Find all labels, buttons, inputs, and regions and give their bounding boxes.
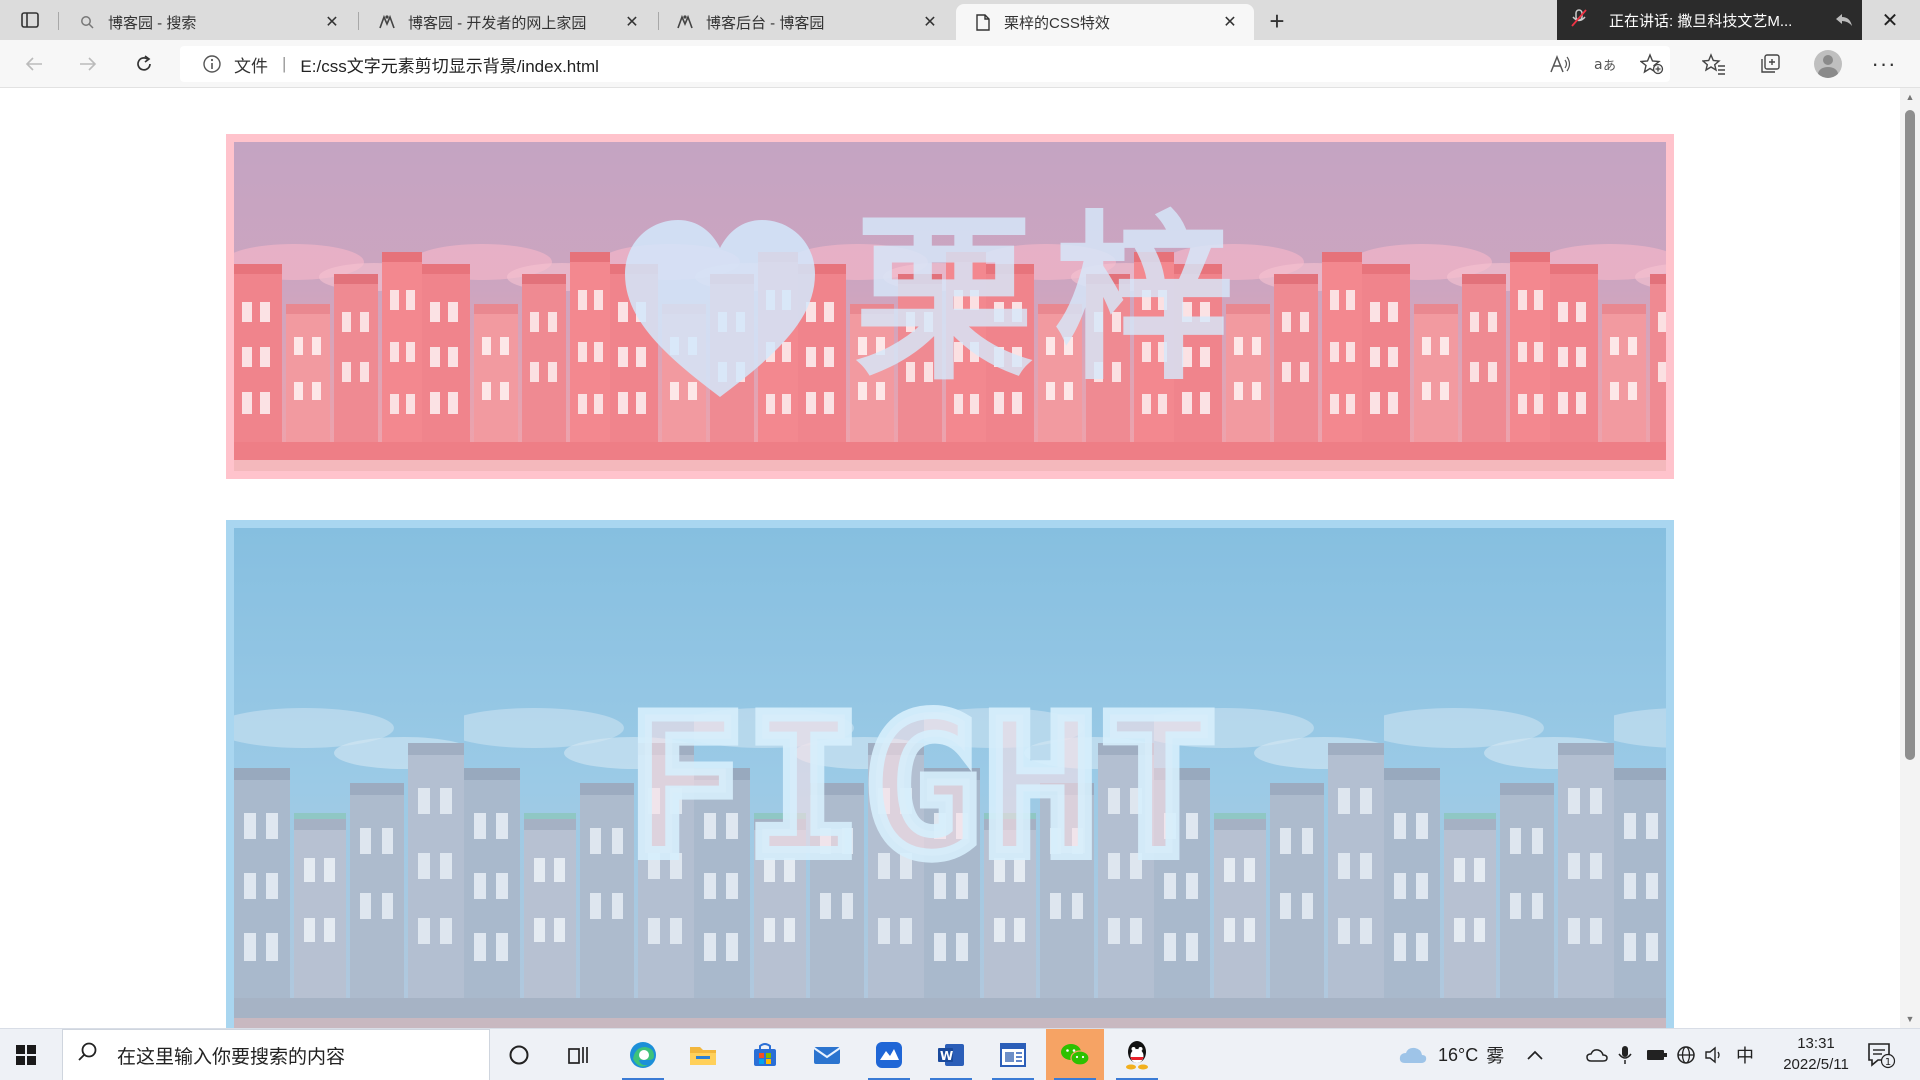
tab-actions-icon[interactable] [16,8,44,32]
scroll-down-arrow-icon[interactable]: ▼ [1900,1010,1920,1028]
banner-pink-inner: 栗梓 [234,142,1666,471]
tab-blog-admin[interactable]: 博客后台 - 博客园 ✕ [658,4,954,40]
file-explorer-icon[interactable] [674,1029,732,1080]
media-indicator[interactable]: 正在讲话: 撒旦科技文艺M... [1557,0,1862,40]
address-divider: | [282,54,287,73]
search-icon [77,1041,103,1069]
add-favorite-icon[interactable] [1638,50,1666,78]
battery-icon[interactable] [1646,1029,1668,1080]
tab-close-icon[interactable]: ✕ [920,12,940,32]
weather-condition: 雾 [1486,1046,1505,1066]
tab-separator [358,12,359,30]
svg-text:W: W [940,1049,953,1063]
banner-pink: 栗梓 [226,134,1674,479]
url-text[interactable]: E:/css文字元素剪切显示背景/index.html [300,52,599,77]
banner-pink-title: 栗梓 [853,194,1254,405]
wechat-icon[interactable] [1046,1029,1104,1080]
cnblogs-icon [378,13,396,31]
network-globe-icon[interactable] [1676,1029,1696,1080]
info-icon[interactable] [202,54,222,74]
clock-time: 13:31 [1797,1035,1835,1052]
clock-date: 2022/5/11 [1783,1056,1849,1073]
feishu-app-icon[interactable] [860,1029,918,1080]
taskbar-search-placeholder: 在这里输入你要搜索的内容 [117,1046,346,1068]
heart-icon [625,220,815,397]
weather-temp: 16°C [1438,1044,1479,1065]
back-button[interactable] [18,48,50,80]
scroll-thumb[interactable] [1905,110,1915,760]
reply-icon[interactable] [1826,13,1862,27]
address-bar[interactable]: 文件 | E:/css文字元素剪切显示背景/index.html [180,46,1670,82]
qq-icon[interactable] [1108,1029,1166,1080]
favorites-icon[interactable] [1700,50,1728,78]
system-clock[interactable]: 13:31 2022/5/11 [1772,1033,1860,1075]
weather-widget[interactable]: 16°C 雾 [1398,1029,1504,1080]
tab-separator [58,12,59,30]
taskbar-search-box[interactable]: 在这里输入你要搜索的内容 [62,1029,490,1080]
tab-strip: 博客园 - 搜索 ✕ 博客园 - 开发者的网上家园 ✕ 博客后台 - 博客园 ✕… [0,0,1920,40]
cloud-icon [1398,1045,1428,1065]
banner-pink-title-wrap: 栗梓 [844,190,1264,410]
cortana-icon[interactable] [490,1029,548,1080]
page-viewport: 栗梓 FIGHT [0,88,1900,1028]
tab-css-effects[interactable]: 栗梓的CSS特效 ✕ [956,4,1254,40]
tab-label: 博客后台 - 博客园 [706,14,825,32]
task-view-icon[interactable] [550,1029,608,1080]
notification-center-icon[interactable]: 1 [1866,1041,1896,1069]
input-method-indicator[interactable]: 中 [1736,1029,1754,1080]
profile-avatar[interactable] [1814,50,1842,78]
mail-icon[interactable] [798,1029,856,1080]
tab-label: 栗梓的CSS特效 [1004,14,1110,32]
window-close-button[interactable]: ✕ [1874,6,1906,34]
document-window-icon[interactable] [984,1029,1042,1080]
tab-label: 博客园 - 搜索 [108,14,197,32]
browser-toolbar: 文件 | E:/css文字元素剪切显示背景/index.html aあ ··· [0,40,1920,88]
word-icon[interactable]: W [922,1029,980,1080]
show-hidden-icons-chevron-icon[interactable] [1526,1029,1544,1080]
windows-taskbar: 在这里输入你要搜索的内容 W 16°C 雾 中 13:31 2022/5/11 … [0,1028,1920,1080]
scroll-up-arrow-icon[interactable]: ▲ [1900,88,1920,106]
new-tab-button[interactable]: + [1262,6,1292,36]
microphone-icon[interactable] [1618,1029,1632,1080]
tab-close-icon[interactable]: ✕ [322,12,342,32]
refresh-button[interactable] [128,48,160,80]
volume-icon[interactable] [1704,1029,1724,1080]
onedrive-icon[interactable] [1586,1029,1608,1080]
svg-text:あ: あ [1603,59,1616,74]
tab-search[interactable]: 博客园 - 搜索 ✕ [60,4,356,40]
cnblogs-icon [676,13,694,31]
notification-count: 1 [1885,1057,1891,1068]
media-indicator-text: 正在讲话: 撒旦科技文艺M... [1609,12,1793,30]
page-scrollbar[interactable]: ▲ ▼ [1900,88,1920,1028]
edge-browser-icon[interactable] [614,1029,672,1080]
banner-blue-inner: FIGHT [234,528,1666,1028]
translate-icon[interactable]: aあ [1592,50,1620,78]
microsoft-store-icon[interactable] [736,1029,794,1080]
windows-start-icon[interactable] [12,1041,40,1069]
banner-blue: FIGHT [226,520,1674,1028]
url-scheme-label: 文件 [234,56,268,76]
more-options-icon[interactable]: ··· [1870,50,1898,78]
tab-close-icon[interactable]: ✕ [1220,12,1240,32]
mic-muted-icon [1571,8,1593,32]
read-aloud-icon[interactable] [1546,50,1574,78]
tab-label: 博客园 - 开发者的网上家园 [408,14,587,32]
svg-text:a: a [1594,57,1603,73]
banner-blue-title-wrap: FIGHT [574,677,1274,898]
banner-blue-title: FIGHT [621,677,1223,898]
search-icon [78,13,96,31]
forward-button[interactable] [72,48,104,80]
tab-close-icon[interactable]: ✕ [622,12,642,32]
collections-icon[interactable] [1756,50,1784,78]
tab-cnblogs-home[interactable]: 博客园 - 开发者的网上家园 ✕ [360,4,656,40]
page-icon [974,13,992,31]
